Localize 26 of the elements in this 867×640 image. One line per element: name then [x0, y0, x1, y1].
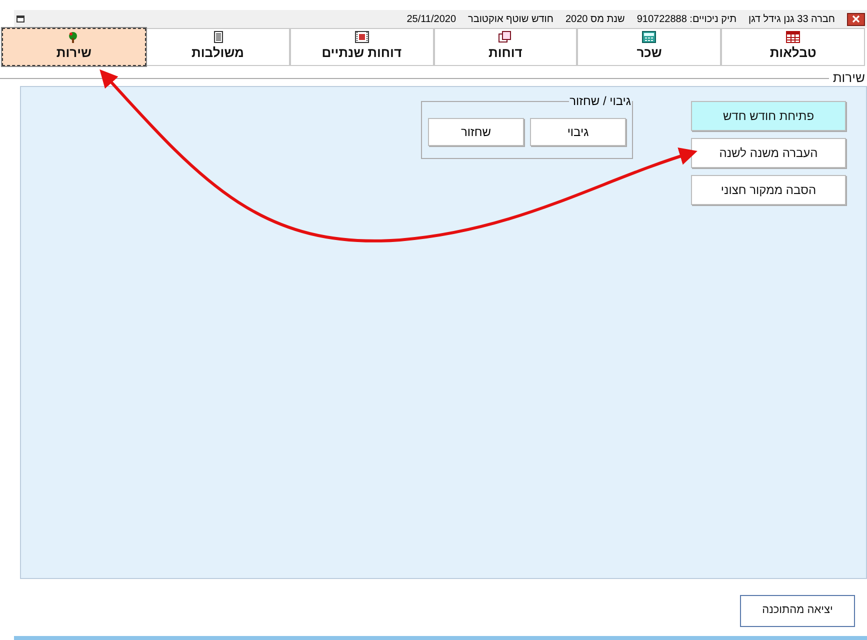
exit-button[interactable]: יציאה מהתוכנה [740, 594, 855, 626]
tab[interactable]: דוחות שנתיים [290, 28, 434, 66]
tab[interactable]: טבלאות [721, 28, 865, 66]
table-icon [786, 31, 800, 44]
window-title: תיק ניכויים: 910722888 [636, 12, 737, 26]
calculator-icon [642, 31, 656, 44]
backup-button[interactable]: גיבוי [530, 118, 626, 146]
window-title: חודש שוטף אוקטובר [468, 12, 554, 26]
tab[interactable]: שירות [2, 28, 146, 66]
documents-icon [498, 31, 512, 44]
film-strip-icon [354, 31, 369, 44]
group-title: גיבוי / שחזור [568, 94, 632, 108]
section-title: שירות [832, 69, 865, 88]
window-title: חברה 33 גנן גידל דגן [748, 12, 835, 26]
close-button[interactable] [847, 12, 865, 26]
action-button[interactable]: פתיחת חודש חדש [691, 101, 846, 131]
tab[interactable]: שכר [577, 28, 722, 66]
action-button[interactable]: הסבה ממקור חצוני [691, 175, 846, 205]
action-button[interactable]: העברה משנה לשנה [691, 138, 846, 168]
window-icon [16, 14, 26, 24]
tab[interactable]: דוחות [434, 28, 578, 66]
window-title: שנת מס 2020 [565, 12, 625, 26]
tab[interactable]: משולבות [146, 28, 290, 66]
close-icon [852, 15, 860, 23]
backup-button[interactable]: שחזור [428, 118, 524, 146]
window-title: 25/11/2020 [406, 12, 456, 26]
